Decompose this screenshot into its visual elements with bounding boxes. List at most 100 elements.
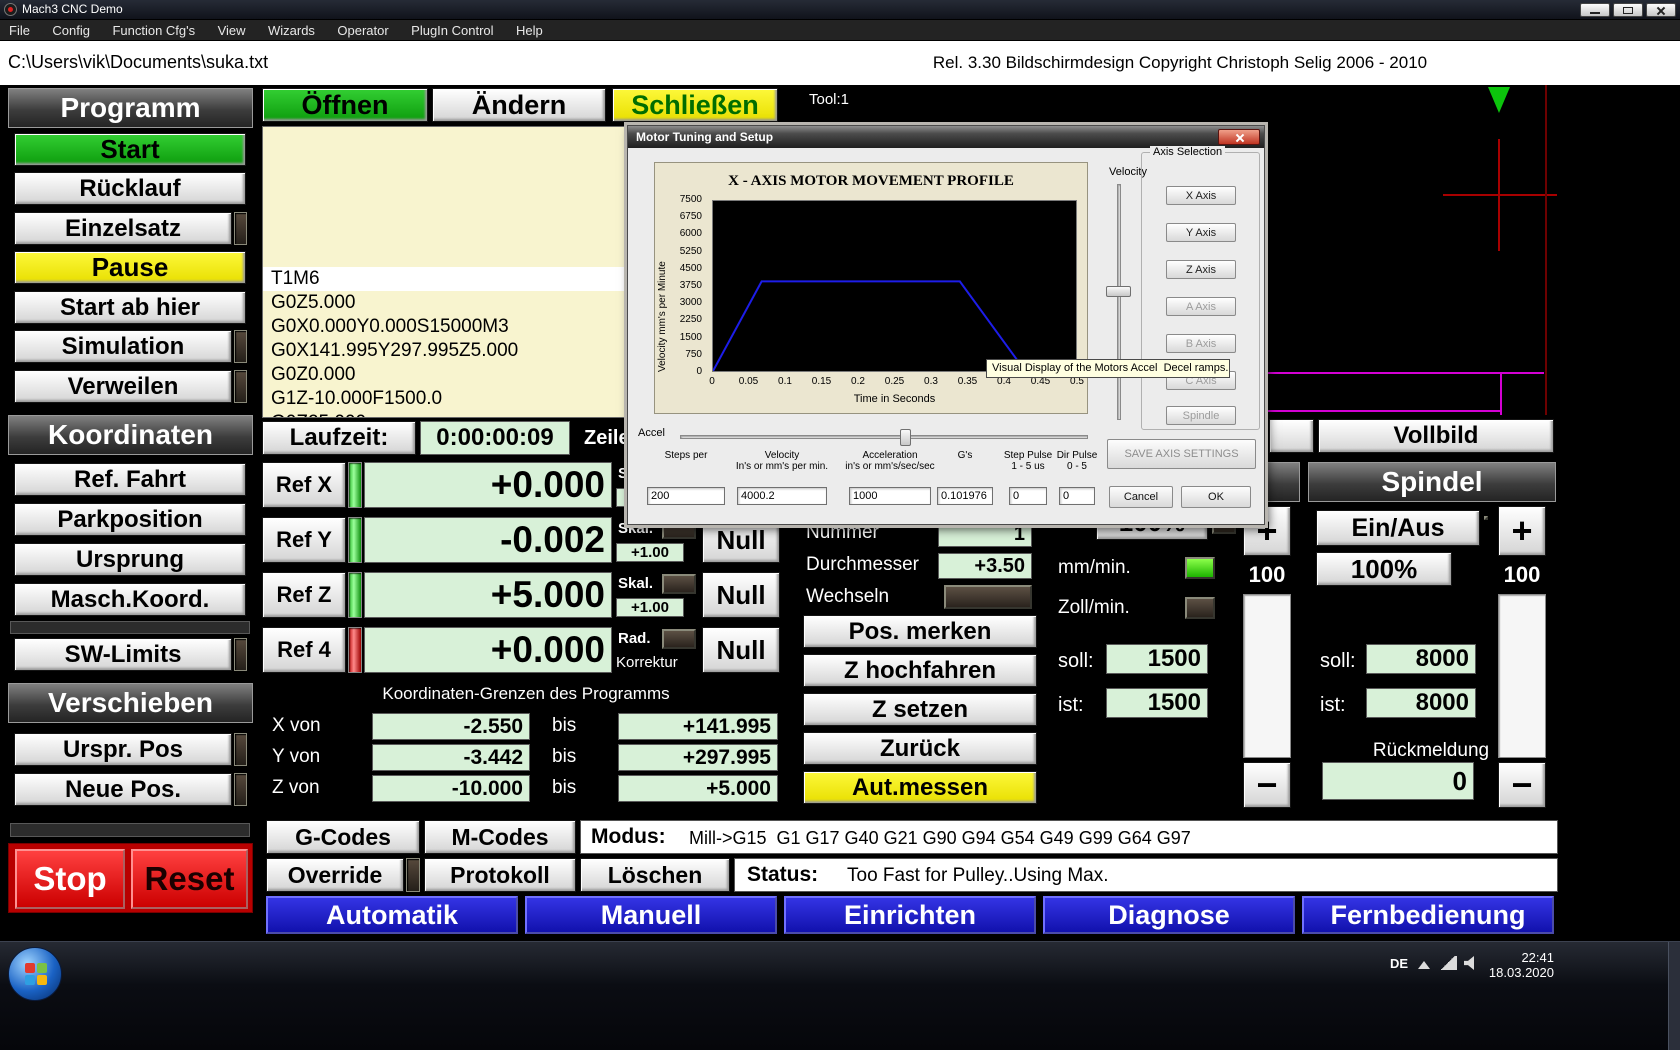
tab-einrichten[interactable]: Einrichten	[784, 896, 1036, 934]
y-axis-button[interactable]: Y Axis	[1166, 223, 1236, 242]
menu-operator[interactable]: Operator	[328, 20, 397, 41]
vorschub-soll-label: soll:	[1058, 649, 1094, 672]
durchmesser-value[interactable]: +3.50	[938, 553, 1032, 579]
tab-fernbedienung[interactable]: Fernbedienung	[1302, 896, 1554, 934]
null-z-button[interactable]: Null	[702, 572, 780, 618]
dialog-titlebar[interactable]: Motor Tuning and Setup	[628, 126, 1264, 148]
close-button[interactable]	[1646, 3, 1676, 17]
steps-per-input[interactable]: 200	[647, 487, 725, 505]
override-button[interactable]: Override	[266, 858, 404, 892]
language-indicator[interactable]: DE	[1390, 956, 1408, 971]
ref-z-button[interactable]: Ref Z	[262, 572, 346, 618]
z-skal-value[interactable]: +1.00	[616, 598, 684, 617]
z-setzen-button[interactable]: Z setzen	[803, 693, 1037, 726]
reset-button[interactable]: Reset	[131, 849, 248, 909]
dro-x-value[interactable]: +0.000	[364, 462, 612, 508]
start-ab-hier-button[interactable]: Start ab hier	[14, 291, 246, 324]
tray-volume-icon[interactable]	[1464, 956, 1474, 970]
tray-expand-icon[interactable]	[1418, 961, 1430, 969]
menu-wizards[interactable]: Wizards	[259, 20, 324, 41]
velocity-slider-handle[interactable]	[1106, 286, 1131, 297]
ruecklauf-button[interactable]: Rücklauf	[14, 172, 246, 205]
dro-4-value[interactable]: +0.000	[364, 627, 612, 673]
simulation-button[interactable]: Simulation	[14, 330, 232, 363]
maximize-button[interactable]	[1613, 3, 1643, 17]
verweilen-button[interactable]: Verweilen	[14, 370, 232, 403]
start-button[interactable]: Start	[14, 133, 246, 166]
ok-button[interactable]: OK	[1181, 486, 1251, 508]
dro-y-value[interactable]: -0.002	[364, 517, 612, 563]
ursprung-button[interactable]: Ursprung	[14, 543, 246, 576]
vorschub-slider[interactable]	[1243, 594, 1291, 758]
accel-slider-handle[interactable]	[900, 429, 911, 446]
step-pulse-input[interactable]: 0	[1009, 487, 1047, 505]
ein-aus-button[interactable]: Ein/Aus	[1316, 510, 1480, 546]
spindel-minus-button[interactable]: −	[1498, 762, 1546, 808]
grenzen-y-bis: +297.995	[618, 744, 778, 771]
cancel-button[interactable]: Cancel	[1109, 486, 1173, 508]
wechseln-indicator[interactable]	[944, 585, 1032, 609]
aut-messen-button[interactable]: Aut.messen	[803, 771, 1037, 804]
ref-4-button[interactable]: Ref 4	[262, 627, 346, 673]
spindel-plus-button[interactable]: +	[1498, 506, 1546, 556]
vollbild-button[interactable]: Vollbild	[1318, 419, 1554, 453]
menu-help[interactable]: Help	[507, 20, 552, 41]
dialog-close-button[interactable]	[1218, 129, 1260, 145]
menu-config[interactable]: Config	[43, 20, 99, 41]
menu-function-cfgs[interactable]: Function Cfg's	[103, 20, 204, 41]
show-desktop-button[interactable]	[1668, 942, 1680, 1050]
spindel-percent-button[interactable]: 100%	[1316, 552, 1452, 586]
x-axis-button[interactable]: X Axis	[1166, 186, 1236, 205]
menu-plugin-control[interactable]: PlugIn Control	[402, 20, 502, 41]
ref-x-button[interactable]: Ref X	[262, 462, 346, 508]
minimize-button[interactable]	[1580, 3, 1610, 17]
oeffnen-button[interactable]: Öffnen	[262, 88, 428, 122]
parkposition-button[interactable]: Parkposition	[14, 503, 246, 536]
neue-pos-button[interactable]: Neue Pos.	[14, 773, 232, 806]
accel-slider-track[interactable]	[680, 435, 1088, 439]
spindel-slider[interactable]	[1498, 594, 1546, 758]
spindel-soll-value[interactable]: 8000	[1366, 644, 1476, 674]
vorschub-minus-button[interactable]: −	[1243, 762, 1291, 808]
ref-y-button[interactable]: Ref Y	[262, 517, 346, 563]
velocity-slider-track[interactable]	[1117, 184, 1121, 420]
tab-diagnose[interactable]: Diagnose	[1043, 896, 1295, 934]
urspr-pos-button[interactable]: Urspr. Pos	[14, 733, 232, 766]
einzelsatz-button[interactable]: Einzelsatz	[14, 212, 232, 245]
y-skal-value[interactable]: +1.00	[616, 543, 684, 562]
sw-limits-button[interactable]: SW-Limits	[14, 638, 232, 671]
null-4-button[interactable]: Null	[702, 627, 780, 673]
masch-koord-button[interactable]: Masch.Koord.	[14, 583, 246, 616]
laufzeit-button[interactable]: Laufzeit:	[262, 421, 416, 455]
vorschub-hundert-label: 100	[1248, 562, 1286, 587]
menu-file[interactable]: File	[0, 20, 39, 41]
stop-button[interactable]: Stop	[15, 849, 125, 909]
x-tick-label: 0.35	[957, 376, 978, 387]
dir-pulse-input[interactable]: 0	[1059, 487, 1095, 505]
z-hochfahren-button[interactable]: Z hochfahren	[803, 654, 1037, 687]
tab-manuell[interactable]: Manuell	[525, 896, 777, 934]
z-axis-button[interactable]: Z Axis	[1166, 260, 1236, 279]
menu-view[interactable]: View	[209, 20, 255, 41]
g-codes-button[interactable]: G-Codes	[266, 820, 420, 854]
partial-button[interactable]	[1269, 419, 1314, 453]
loeschen-button[interactable]: Löschen	[580, 858, 730, 892]
schliessen-button[interactable]: Schließen	[612, 88, 778, 122]
gs-input[interactable]: 0.101976	[937, 487, 993, 505]
velocity-input[interactable]: 4000.2	[737, 487, 827, 505]
start-button-orb[interactable]	[8, 947, 62, 1001]
pause-button[interactable]: Pause	[14, 251, 246, 284]
aendern-button[interactable]: Ändern	[432, 88, 606, 122]
zurueck-button[interactable]: Zurück	[803, 732, 1037, 765]
protokoll-button[interactable]: Protokoll	[424, 858, 576, 892]
pos-merken-button[interactable]: Pos. merken	[803, 615, 1037, 648]
m-codes-button[interactable]: M-Codes	[424, 820, 576, 854]
acceleration-input[interactable]: 1000	[849, 487, 931, 505]
rueckmeldung-label: Rückmeldung	[1372, 740, 1490, 761]
dro-z-value[interactable]: +5.000	[364, 572, 612, 618]
taskbar-clock[interactable]: 22:41 18.03.2020	[1482, 950, 1554, 980]
tab-automatik[interactable]: Automatik	[266, 896, 518, 934]
tray-network-icon[interactable]	[1441, 956, 1457, 970]
ref-fahrt-button[interactable]: Ref. Fahrt	[14, 463, 246, 496]
vorschub-soll-value[interactable]: 1500	[1106, 644, 1208, 674]
